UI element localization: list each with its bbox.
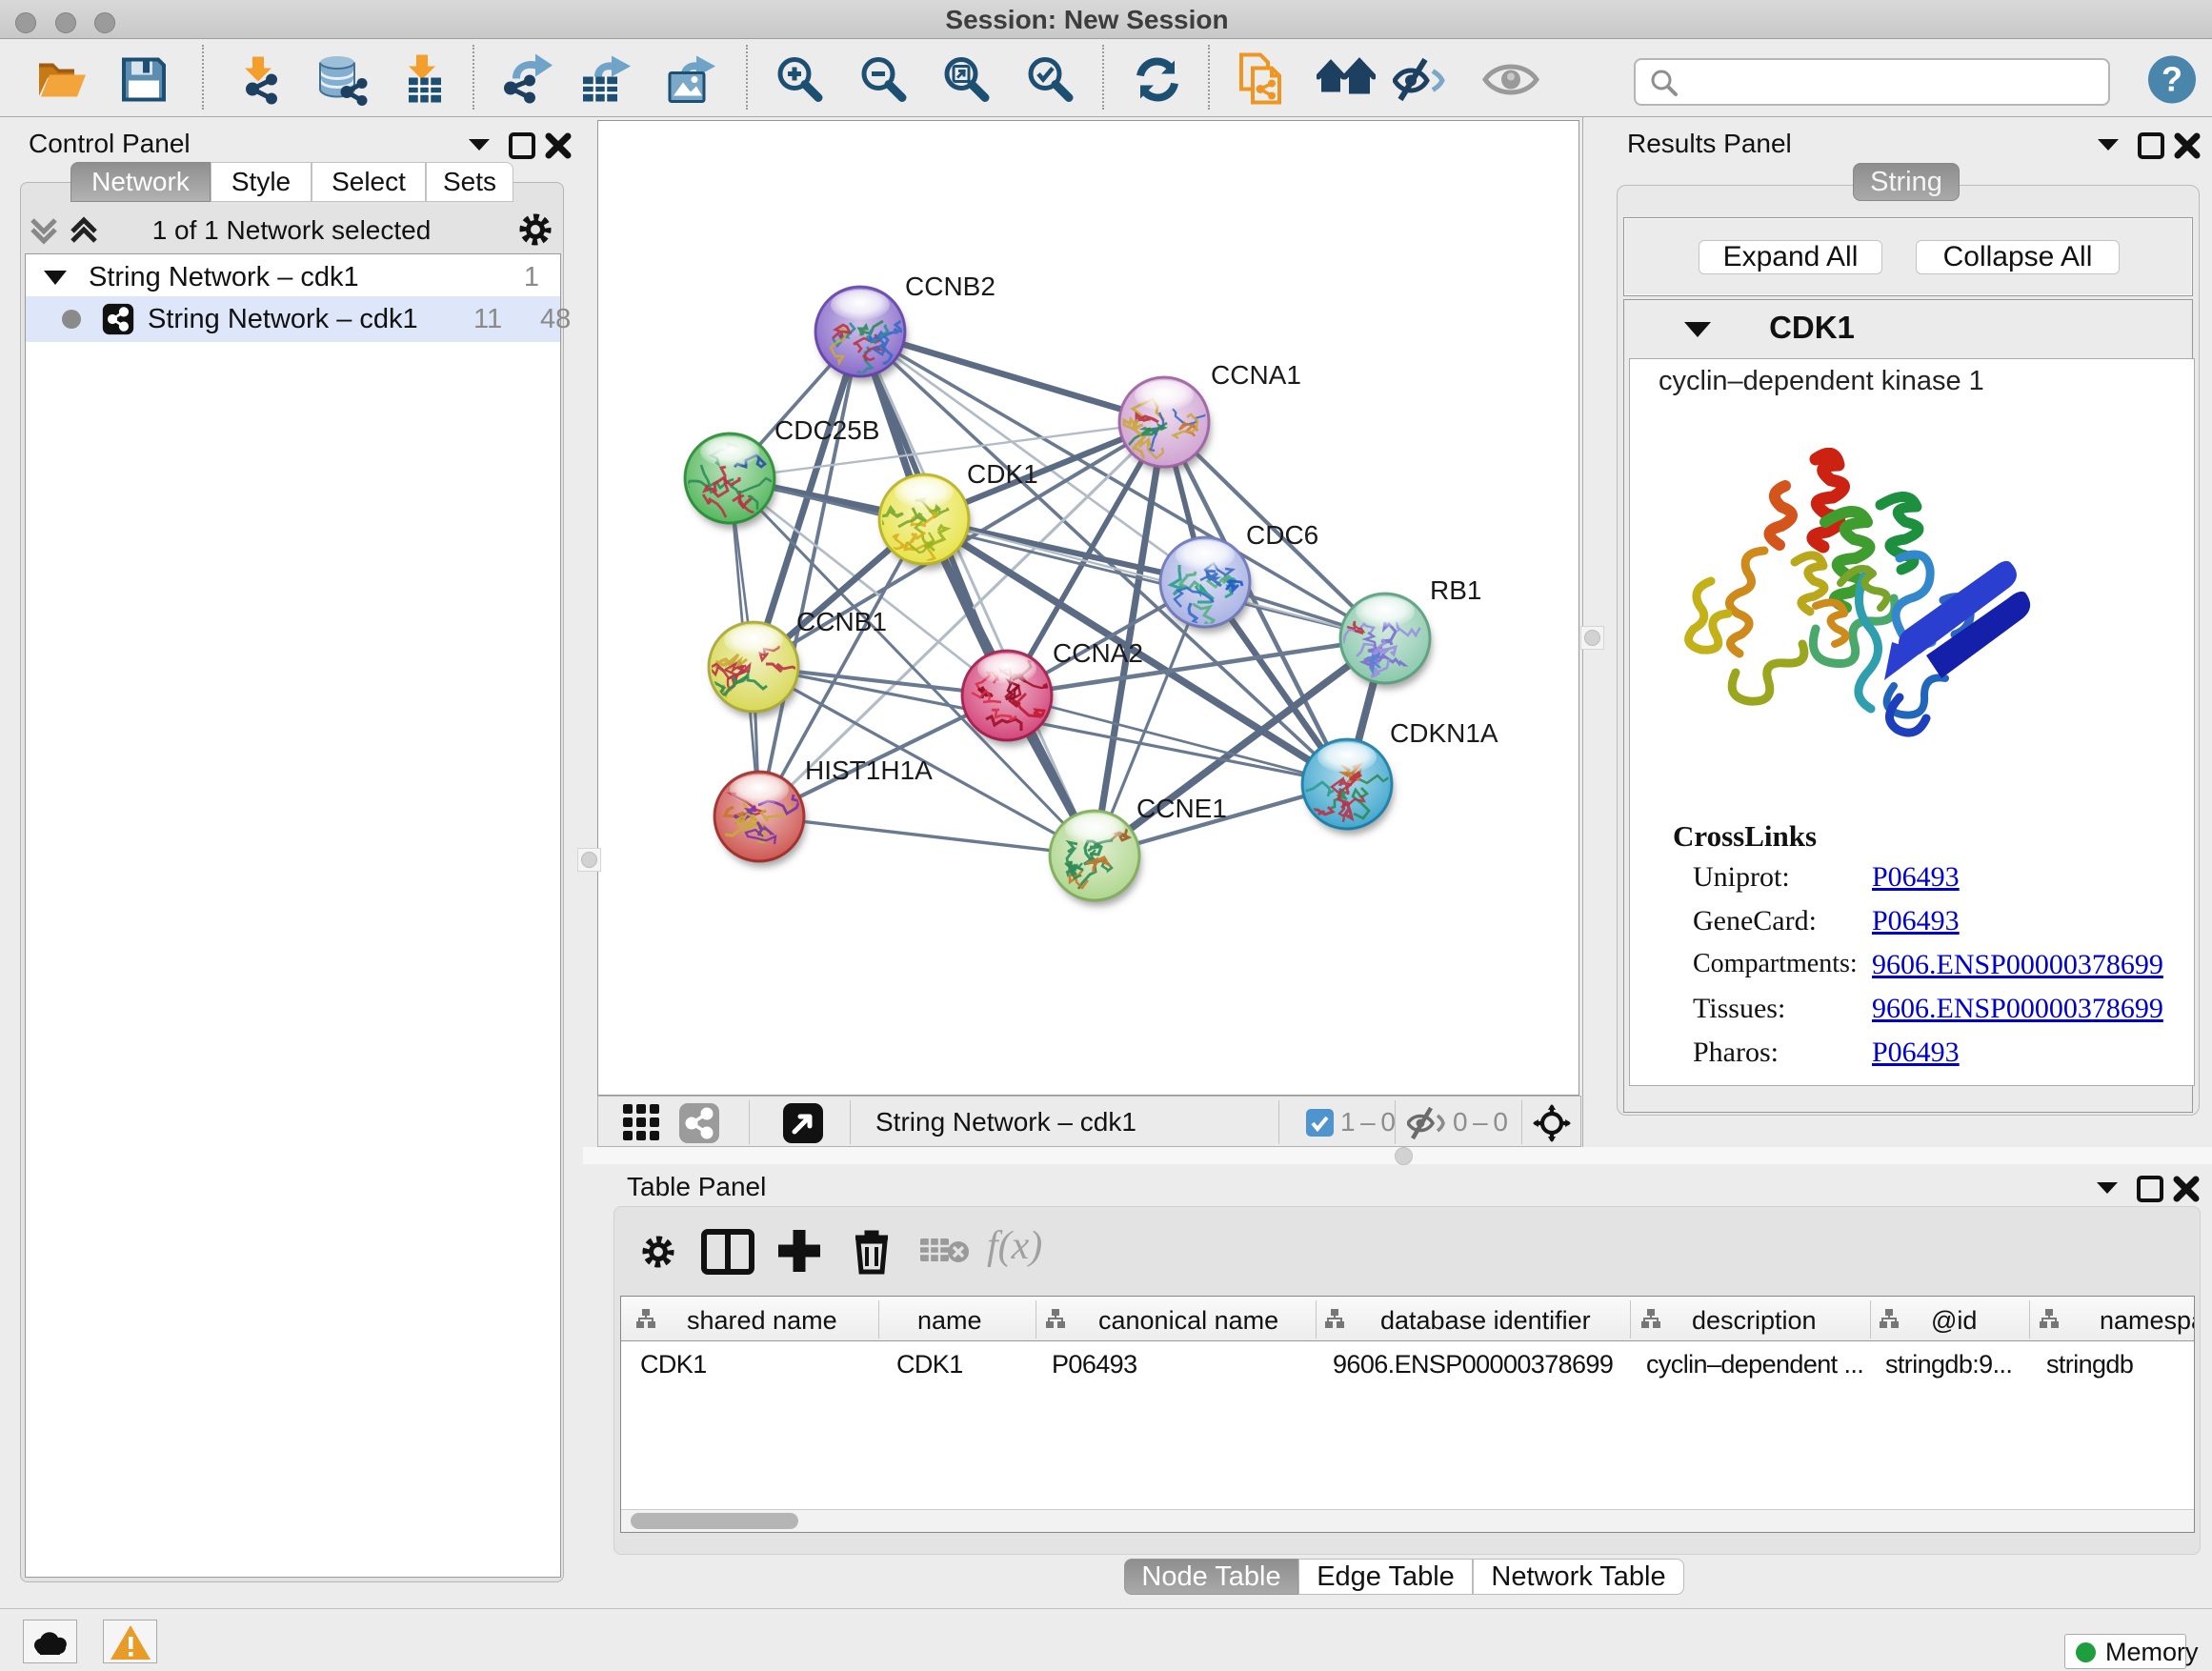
svg-text:CDC25B: CDC25B — [774, 415, 879, 445]
svg-text:CDC6: CDC6 — [1246, 520, 1318, 550]
svg-text:?: ? — [2162, 60, 2182, 99]
svg-text:CDK1: CDK1 — [967, 459, 1038, 489]
svg-text:CCNB1: CCNB1 — [796, 607, 887, 636]
svg-text:CCNB2: CCNB2 — [905, 272, 995, 301]
svg-text:CCNE1: CCNE1 — [1136, 794, 1227, 823]
svg-text:RB1: RB1 — [1430, 575, 1481, 605]
svg-text:CCNA2: CCNA2 — [1053, 638, 1143, 668]
svg-text:HIST1H1A: HIST1H1A — [805, 755, 933, 785]
svg-text:CCNA1: CCNA1 — [1211, 360, 1301, 390]
svg-text:CDKN1A: CDKN1A — [1390, 718, 1498, 748]
